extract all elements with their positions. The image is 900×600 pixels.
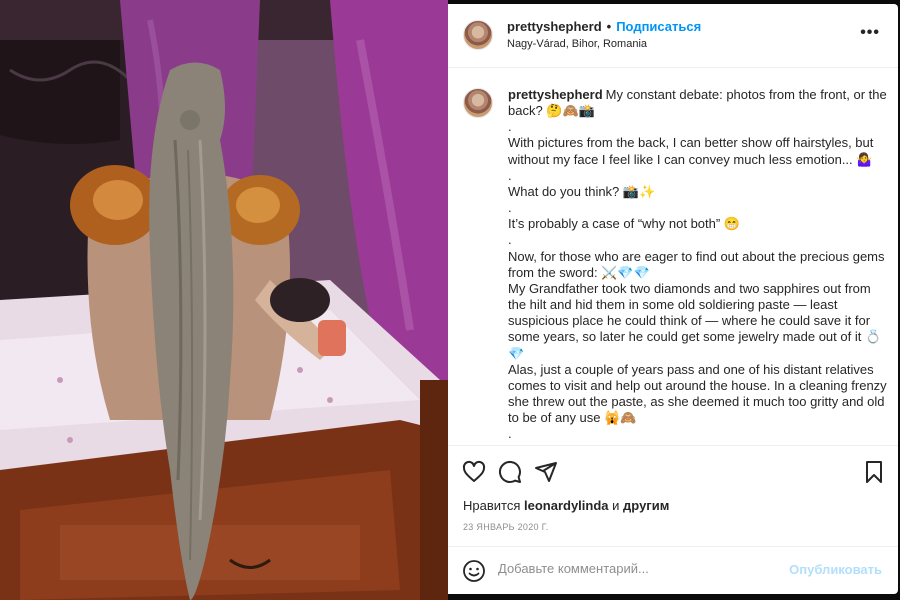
caption-line: . [508,167,512,183]
location-link[interactable]: Nagy-Várad, Bihor, Romania [507,38,647,50]
caption-line: My Grandfather took two diamonds and two… [508,280,882,361]
emoji-icon[interactable] [462,559,486,583]
caption-line: With pictures from the back, I can bette… [508,135,874,167]
username-link[interactable]: prettyshepherd [507,19,602,34]
post-actions: Нравится leonardylinda и другим 23 ЯНВАР… [448,445,898,583]
post-header: prettyshepherd • Подписаться Nagy-Várad, B… [448,4,898,68]
caption-line: Alas, just a couple of years pass and on… [508,361,887,426]
comment-icon[interactable] [497,459,523,485]
caption-line: . [508,200,512,216]
post-date[interactable]: 23 ЯНВАРЬ 2020 Г. [463,522,549,532]
comment-input[interactable] [498,561,788,576]
more-options-icon[interactable]: ••• [860,25,880,41]
post-panel: prettyshepherd • Подписаться Nagy-Várad, B… [448,4,898,594]
bookmark-icon[interactable] [861,459,887,485]
caption-line: What do you think? 📸✨ [508,183,656,199]
likes-user-link[interactable]: leonardylinda [524,498,609,513]
heart-icon[interactable] [461,459,487,485]
caption-line: . [508,119,512,135]
share-icon[interactable] [533,459,559,485]
caption-scroll-area[interactable]: prettyshepherd My constant debate: photos… [448,69,898,445]
caption-line: Now, for those who are eager to find out… [508,248,885,280]
caption-avatar[interactable] [463,88,493,118]
likes-and: и [612,498,620,513]
caption-line: . [508,232,512,248]
likes-line: Нравится leonardylinda и другим [463,498,669,513]
caption-line: It’s probably a case of “why not both” 😁 [508,216,741,232]
photo-illustration [0,0,448,600]
separator-dot: • [606,19,612,34]
post-header-line: prettyshepherd • Подписаться [507,19,701,34]
avatar[interactable] [463,20,493,50]
caption-author-link[interactable]: prettyshepherd [508,87,603,102]
post-comment-button[interactable]: Опубликовать [789,562,882,577]
likes-others-link[interactable]: другим [623,498,669,513]
caption-line: . [508,426,512,442]
comment-bar: Опубликовать [448,546,898,594]
follow-button[interactable]: Подписаться [616,19,701,34]
caption-text: prettyshepherd My constant debate: photos… [508,87,890,442]
likes-prefix: Нравится [463,498,521,513]
post-photo[interactable] [0,0,448,600]
